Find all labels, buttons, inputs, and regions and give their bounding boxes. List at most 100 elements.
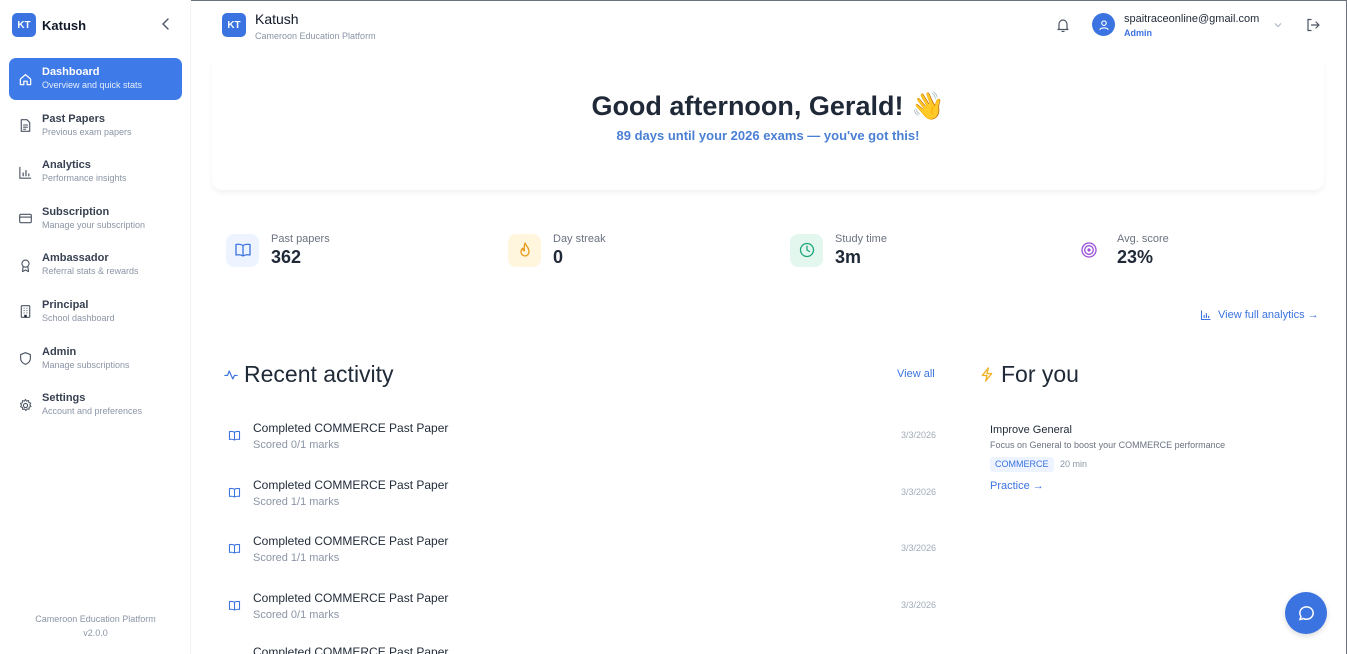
nav-sub: Manage subscriptions xyxy=(42,359,130,370)
exam-countdown: 89 days until your 2026 exams — you've g… xyxy=(616,128,920,143)
nav-label: Admin xyxy=(42,345,77,358)
building-icon xyxy=(20,305,31,319)
brand-name: Katush xyxy=(42,17,87,33)
stat-day-streak: Day streak 0 xyxy=(508,230,606,270)
nav-label: Subscription xyxy=(42,205,110,218)
sidebar-item-subscription[interactable]: Subscription Manage your subscription xyxy=(9,198,182,240)
credit-card-icon xyxy=(19,214,32,224)
top-header: KT Katush Cameroon Education Platform sp… xyxy=(191,0,1347,52)
chevron-down-icon[interactable] xyxy=(1272,19,1284,31)
document-icon xyxy=(20,119,31,132)
sidebar-item-admin[interactable]: Admin Manage subscriptions xyxy=(9,338,182,380)
sidebar-item-ambassador[interactable]: Ambassador Referral stats & rewards xyxy=(9,244,182,286)
user-email[interactable]: spaitraceonline@gmail.com xyxy=(1124,13,1259,25)
sidebar-item-dashboard[interactable]: Dashboard Overview and quick stats xyxy=(9,58,182,100)
stat-value: 362 xyxy=(271,247,302,267)
header-subtitle: Cameroon Education Platform xyxy=(255,31,376,41)
nav-sub: School dashboard xyxy=(42,312,115,323)
activity-date: 3/3/2026 xyxy=(900,543,936,553)
nav-label: Dashboard xyxy=(42,66,100,78)
nav-sub: Account and preferences xyxy=(42,406,143,417)
stat-label: Study time xyxy=(835,233,887,245)
list-item[interactable]: Completed COMMERCE Past Paper Scored 1/1… xyxy=(226,478,938,518)
chat-bubble-icon xyxy=(1298,605,1314,620)
nav-sub: Manage your subscription xyxy=(42,219,146,230)
view-full-analytics-link[interactable]: View full analytics → xyxy=(1200,309,1319,321)
for-you-title: For you xyxy=(1001,361,1079,387)
list-item[interactable]: Completed COMMERCE Past Paper xyxy=(226,645,938,654)
header-title: Katush xyxy=(255,11,299,27)
nav-sub: Previous exam papers xyxy=(42,126,132,137)
chat-button[interactable] xyxy=(1285,592,1327,634)
award-icon xyxy=(21,259,30,273)
sidebar: KT Katush Dashboard Overview and quick st… xyxy=(0,0,191,654)
nav-sub: Overview and quick stats xyxy=(42,80,143,90)
sidebar-item-settings[interactable]: Settings Account and preferences xyxy=(9,384,182,426)
recommendation-desc: Focus on General to boost your COMMERCE … xyxy=(990,440,1226,450)
recommendation-title: Improve General xyxy=(990,424,1072,436)
nav-label: Ambassador xyxy=(42,252,109,265)
activity-title: Completed COMMERCE Past Paper xyxy=(253,478,449,492)
book-icon xyxy=(228,430,241,441)
stat-icon-box xyxy=(1072,233,1105,267)
footer-version: v2.0.0 xyxy=(83,628,108,638)
sidebar-item-past-papers[interactable]: Past Papers Previous exam papers xyxy=(9,105,182,147)
activity-date: 3/3/2026 xyxy=(900,430,936,440)
nav-label: Principal xyxy=(42,298,89,311)
activity-title: Completed COMMERCE Past Paper xyxy=(253,645,449,654)
sidebar-item-analytics[interactable]: Analytics Performance insights xyxy=(9,151,182,193)
activity-date: 3/3/2026 xyxy=(900,600,936,610)
recent-activity-heading: Recent activity xyxy=(224,361,394,388)
stat-label: Avg. score xyxy=(1117,233,1169,245)
stat-label: Day streak xyxy=(553,233,606,245)
gear-icon xyxy=(19,398,32,411)
sidebar-nav: Dashboard Overview and quick stats Past P… xyxy=(9,58,182,431)
recent-activity-title: Recent activity xyxy=(244,361,394,387)
activity-score: Scored 1/1 marks xyxy=(253,496,340,508)
list-item[interactable]: Completed COMMERCE Past Paper Scored 0/1… xyxy=(226,421,938,461)
lightning-icon xyxy=(981,367,993,382)
analytics-link-label: View full analytics → xyxy=(1218,309,1319,321)
book-icon xyxy=(228,543,241,554)
activity-title: Completed COMMERCE Past Paper xyxy=(253,421,449,435)
view-all-link[interactable]: View all xyxy=(897,368,935,380)
stat-icon-box xyxy=(508,233,541,267)
stat-icon-box xyxy=(226,233,259,267)
activity-title: Completed COMMERCE Past Paper xyxy=(253,591,449,605)
sidebar-item-principal[interactable]: Principal School dashboard xyxy=(9,291,182,333)
list-item[interactable]: Completed COMMERCE Past Paper Scored 1/1… xyxy=(226,534,938,574)
stat-value: 3m xyxy=(835,247,862,267)
stat-icon-box xyxy=(790,233,823,267)
activity-score: Scored 1/1 marks xyxy=(253,552,340,564)
activity-score: Scored 0/1 marks xyxy=(253,439,340,451)
user-role: Admin xyxy=(1124,28,1152,38)
bell-icon[interactable] xyxy=(1055,17,1071,33)
stat-value: 23% xyxy=(1117,247,1154,267)
practice-link[interactable]: Practice → xyxy=(990,480,1044,492)
avatar[interactable] xyxy=(1092,13,1115,36)
stat-study-time: Study time 3m xyxy=(790,230,887,270)
book-icon xyxy=(228,600,241,611)
activity-icon xyxy=(224,369,238,380)
clock-icon xyxy=(799,242,814,258)
duration-label: 20 min xyxy=(1060,459,1088,469)
bar-chart-icon xyxy=(19,166,32,179)
nav-sub: Performance insights xyxy=(42,173,127,184)
stat-label: Past papers xyxy=(271,233,330,245)
subject-tag: COMMERCE xyxy=(990,457,1054,472)
nav-label: Settings xyxy=(42,392,86,405)
flame-icon xyxy=(519,242,530,257)
header-logo[interactable]: KT xyxy=(222,13,246,37)
logout-icon[interactable] xyxy=(1305,17,1321,33)
greeting-card: Good afternoon, Gerald! 👋 89 days until … xyxy=(212,58,1324,190)
nav-label: Analytics xyxy=(42,159,91,172)
bar-chart-icon xyxy=(1200,310,1211,321)
nav-sub: Referral stats & rewards xyxy=(42,266,139,277)
stat-past-papers: Past papers 362 xyxy=(226,230,330,270)
book-icon xyxy=(234,243,251,257)
list-item[interactable]: Completed COMMERCE Past Paper Scored 0/1… xyxy=(226,591,938,631)
greeting-title: Good afternoon, Gerald! 👋 xyxy=(591,91,945,121)
chevron-left-icon[interactable] xyxy=(158,16,174,32)
stat-avg-score: Avg. score 23% xyxy=(1072,230,1169,270)
sidebar-brand[interactable]: KT Katush xyxy=(12,13,86,37)
